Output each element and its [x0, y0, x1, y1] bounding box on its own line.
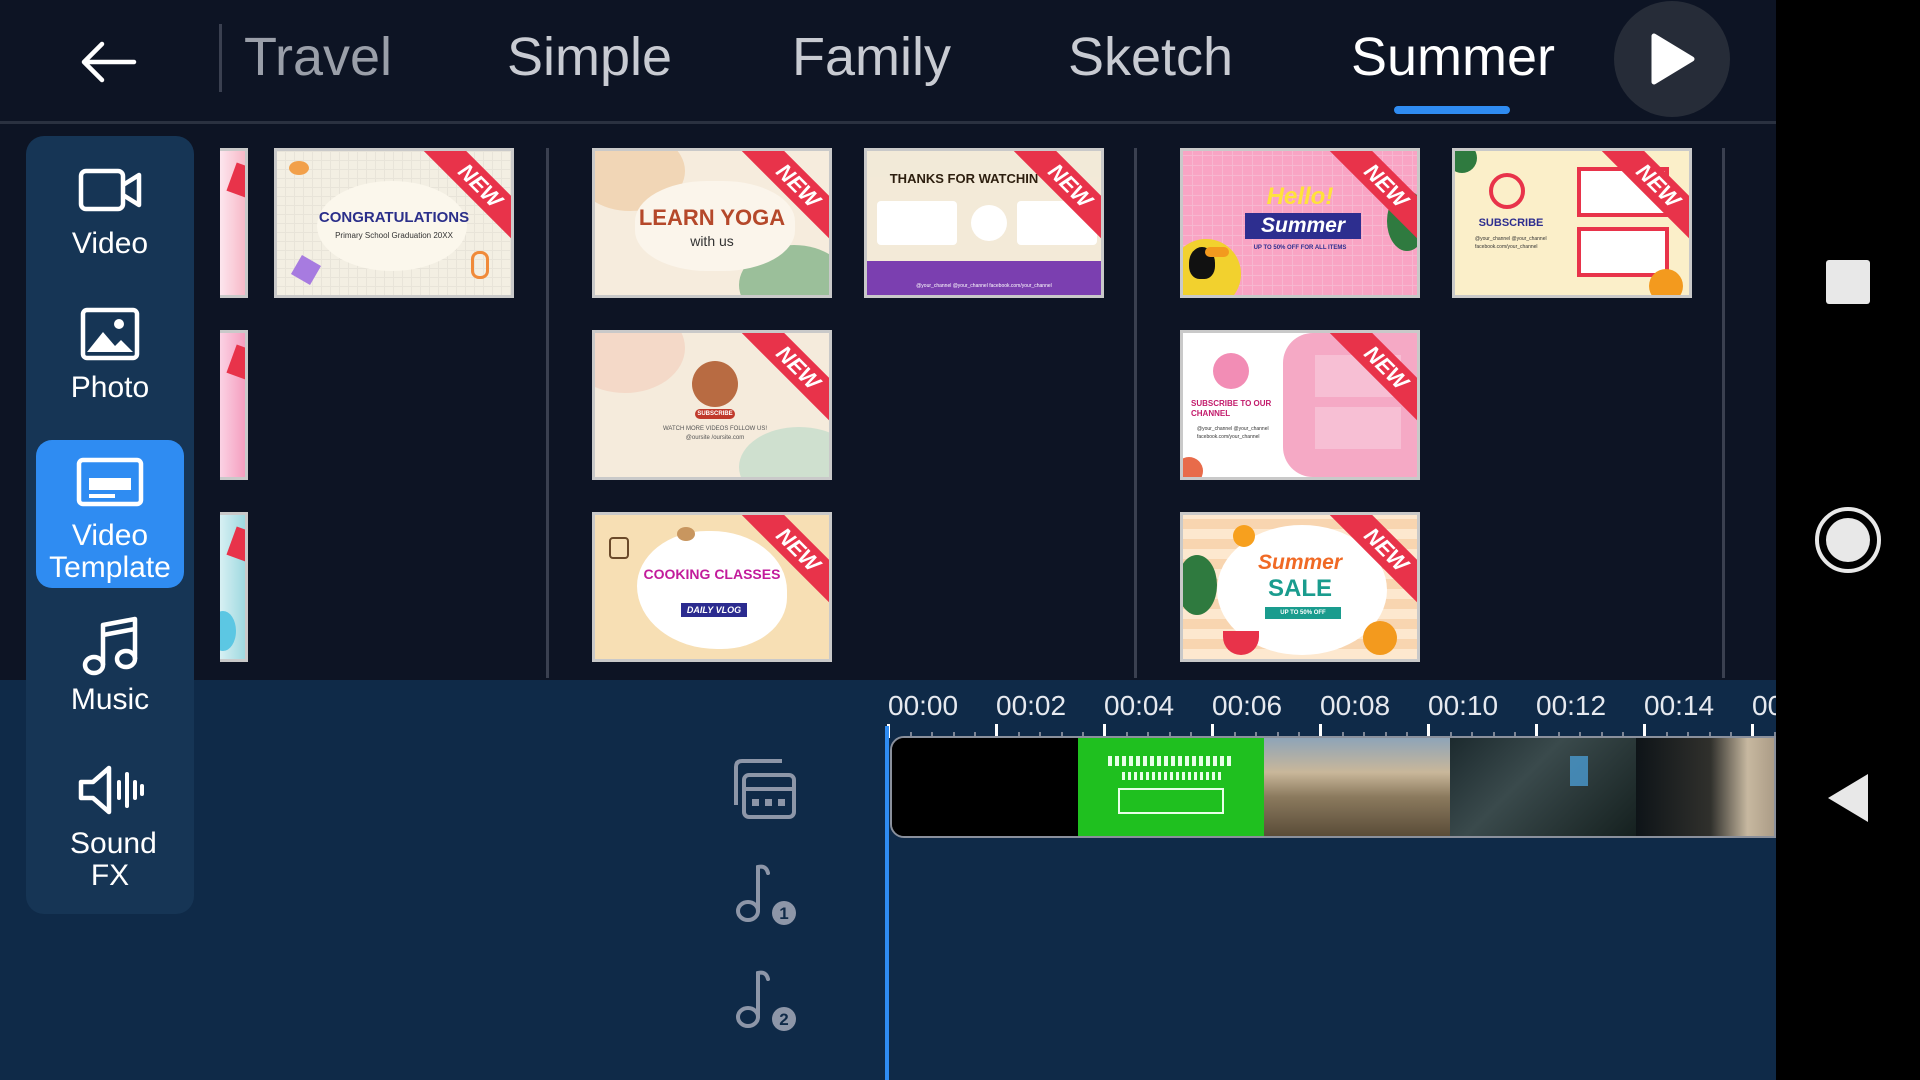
sidebar-item-label: Video Template: [49, 519, 171, 584]
music-note-icon: [82, 616, 138, 676]
template-thumb-partial[interactable]: [220, 512, 248, 662]
clip-frame: [1264, 738, 1450, 836]
layers-icon: [734, 759, 796, 819]
template-summer-sale[interactable]: Summer SALE UP TO 50% OFF NEW: [1180, 512, 1420, 662]
template-learn-yoga[interactable]: LEARN YOGA with us NEW: [592, 148, 832, 298]
tick-label: 00:00: [888, 690, 959, 721]
tick-label: 00:12: [1536, 690, 1607, 721]
video-template-icon: [76, 457, 144, 507]
template-subtitle: UP TO 50% OFF FOR ALL ITEMS: [1253, 245, 1347, 251]
tab-summer[interactable]: Summer: [1351, 26, 1555, 88]
music-track-2-icon: 2: [736, 970, 796, 1031]
clip-frame: [892, 738, 1078, 836]
play-icon: [1651, 33, 1695, 85]
template-thumb-partial[interactable]: [220, 330, 248, 480]
template-title-2: Summer: [1245, 213, 1361, 239]
speaker-icon: [78, 765, 144, 815]
subscribe-label: SUBSCRIBE: [695, 409, 735, 419]
tick-label: 00:10: [1428, 690, 1499, 721]
template-thumb-partial[interactable]: [220, 148, 248, 298]
tab-travel[interactable]: Travel: [244, 26, 392, 88]
sidebar-item-label: Music: [70, 683, 150, 716]
video-clip[interactable]: [890, 736, 1776, 838]
template-subscribe-frames[interactable]: SUBSCRIBE @your_channel @your_channel fa…: [1452, 148, 1692, 298]
sidebar-item-label: Photo: [70, 371, 150, 404]
template-subtitle: @your_channel @your_channel facebook.com…: [1475, 236, 1547, 250]
recents-button[interactable]: [1812, 246, 1884, 318]
sidebar-item-video-template[interactable]: Video Template: [36, 440, 184, 588]
home-button[interactable]: [1812, 504, 1884, 576]
clip-frame: [1078, 738, 1264, 836]
music-track-2-button[interactable]: 2: [720, 960, 810, 1040]
sidebar-item-music[interactable]: Music: [36, 614, 184, 734]
template-subscribe-brown[interactable]: SUBSCRIBE WATCH MORE VIDEOS FOLLOW US! @…: [592, 330, 832, 480]
column-divider: [1134, 148, 1137, 678]
sidebar-item-photo[interactable]: Photo: [36, 302, 184, 422]
tab-simple[interactable]: Simple: [507, 26, 672, 88]
template-subtitle: with us: [690, 233, 734, 249]
template-subtitle: @your_channel @your_channel facebook.com…: [916, 283, 1052, 289]
track-number: 2: [779, 1010, 788, 1029]
template-subtitle: WATCH MORE VIDEOS FOLLOW US! @oursite /o…: [662, 426, 767, 441]
template-hello-summer[interactable]: Hello! Summer UP TO 50% OFF FOR ALL ITEM…: [1180, 148, 1420, 298]
template-title: SUBSCRIBE TO OUR CHANNEL: [1191, 399, 1272, 418]
arrow-left-icon: [81, 41, 137, 83]
system-navigation-bar: [1776, 0, 1920, 1080]
track-number: 1: [779, 904, 788, 923]
template-subtitle: @your_channel @your_channel facebook.com…: [1197, 426, 1269, 440]
template-grid: CONGRATULATIONS Primary School Graduatio…: [210, 128, 1776, 678]
back-system-button[interactable]: [1812, 762, 1884, 834]
sidebar-item-label: Video: [71, 227, 149, 260]
top-divider: [219, 24, 222, 92]
video-editor-app: Travel Simple Family Sketch Summer CONGR…: [0, 0, 1776, 1080]
recents-square-icon: [1826, 260, 1870, 304]
template-subscribe-channel[interactable]: SUBSCRIBE TO OUR CHANNEL @your_channel @…: [1180, 330, 1420, 480]
template-subtitle: DAILY VLOG: [681, 603, 747, 617]
back-button[interactable]: [60, 22, 156, 102]
template-thanks-for-watching[interactable]: THANKS FOR WATCHIN @your_channel @your_c…: [864, 148, 1104, 298]
tick-label: 00:02: [996, 690, 1067, 721]
clip-frame: [1636, 738, 1774, 836]
column-divider: [1722, 148, 1725, 678]
play-button[interactable]: [1614, 1, 1730, 117]
photo-icon: [80, 307, 140, 361]
tick-label: 00: [1752, 690, 1776, 721]
template-title: SUBSCRIBE: [1478, 217, 1544, 229]
active-tab-indicator: [1394, 106, 1510, 114]
music-track-1-button[interactable]: 1: [720, 854, 810, 934]
sidebar-item-label: Sound FX: [70, 827, 157, 892]
template-cooking-classes[interactable]: COOKING CLASSES DAILY VLOG NEW: [592, 512, 832, 662]
clip-frame: [1450, 738, 1636, 836]
new-badge: NEW: [741, 333, 829, 425]
tab-family[interactable]: Family: [792, 26, 951, 88]
template-congratulations[interactable]: CONGRATULATIONS Primary School Graduatio…: [274, 148, 514, 298]
column-divider: [546, 148, 549, 678]
playhead[interactable]: [885, 726, 889, 1080]
tick-label: 00:08: [1320, 690, 1391, 721]
tick-label: 00:04: [1104, 690, 1175, 721]
template-title-2: SALE: [1267, 575, 1332, 602]
timeline-ruler[interactable]: 00:00 00:02 00:04 00:06 00:08 00:10 00:1…: [887, 690, 1776, 738]
video-track-button[interactable]: [720, 750, 810, 830]
template-subtitle: UP TO 50% OFF: [1265, 607, 1341, 619]
sidebar-item-video[interactable]: Video: [36, 158, 184, 278]
home-circle-icon: [1815, 507, 1881, 573]
template-subtitle: Primary School Graduation 20XX: [335, 231, 453, 240]
video-camera-icon: [78, 168, 142, 212]
template-title: CONGRATULATIONS: [318, 209, 470, 226]
tab-sketch[interactable]: Sketch: [1068, 26, 1233, 88]
sidebar-item-sound-fx[interactable]: Sound FX: [36, 758, 184, 908]
template-title: LEARN YOGA: [638, 205, 786, 230]
tick-label: 00:14: [1644, 690, 1715, 721]
template-category-bar: Travel Simple Family Sketch Summer: [0, 0, 1776, 124]
music-track-1-icon: 1: [736, 864, 796, 925]
tick-label: 00:06: [1212, 690, 1283, 721]
back-triangle-icon: [1828, 774, 1868, 822]
media-sidebar: Video Photo Video Template Music Sound F…: [26, 136, 194, 914]
